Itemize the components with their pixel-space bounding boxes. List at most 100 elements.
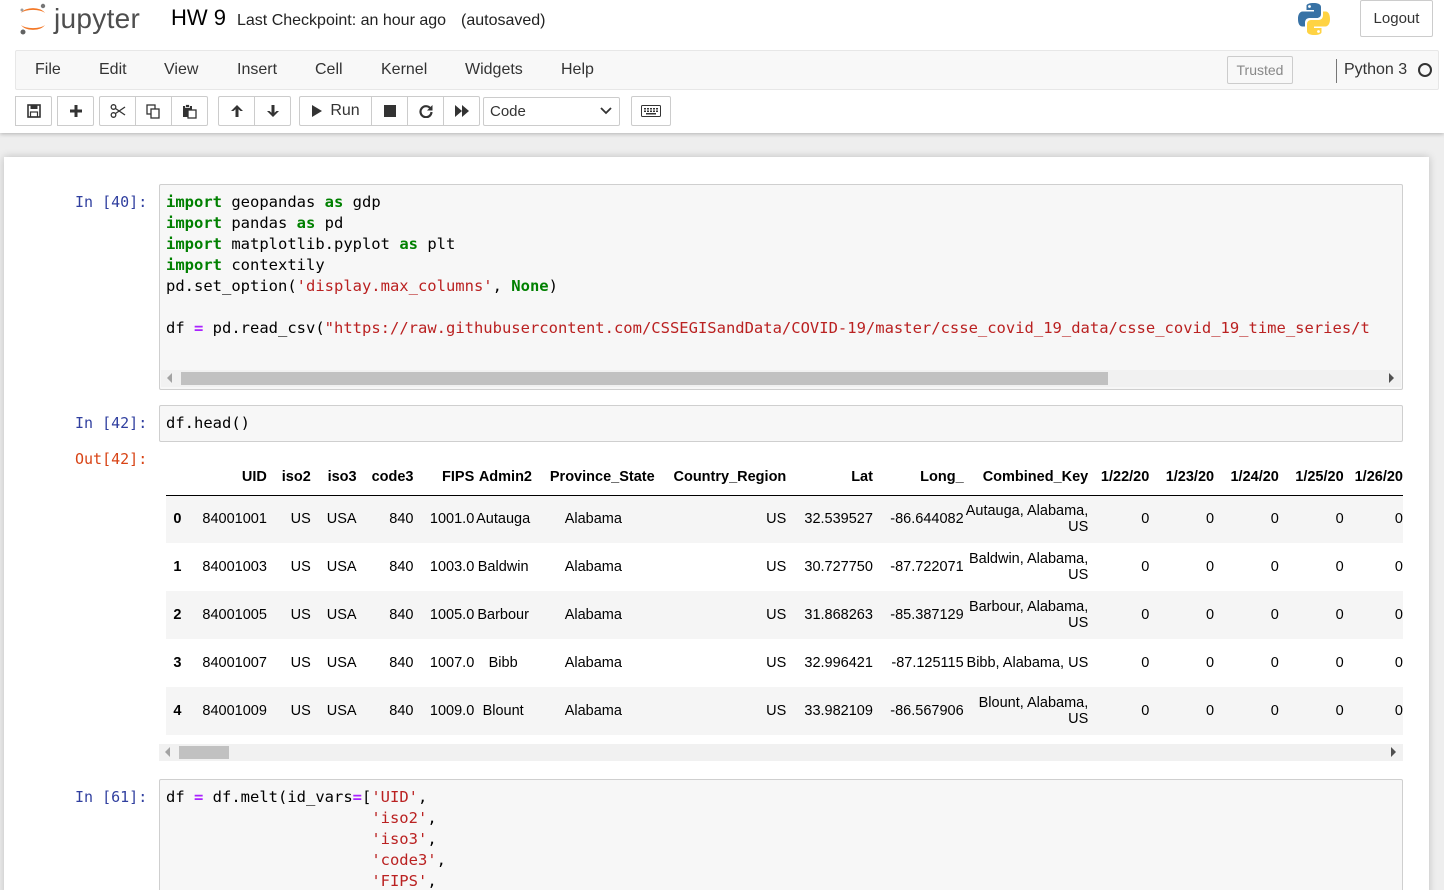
arrow-down-icon bbox=[266, 105, 279, 117]
run-button[interactable]: Run bbox=[299, 96, 372, 126]
table-cell: 0 bbox=[1206, 511, 1215, 528]
refresh-icon bbox=[418, 105, 433, 118]
table-cell: 0 bbox=[1141, 511, 1150, 528]
table-cell: 0 bbox=[1335, 703, 1344, 719]
cut-button[interactable] bbox=[99, 96, 136, 126]
table-cell: 32.539527 bbox=[804, 511, 873, 528]
table-cell: 0 bbox=[1141, 703, 1150, 719]
notebook-name[interactable]: HW 9 bbox=[171, 5, 226, 31]
move-down-button[interactable] bbox=[254, 96, 291, 126]
menu-edit[interactable]: Edit bbox=[99, 61, 127, 79]
keyboard-icon bbox=[641, 105, 661, 117]
cell-1-input[interactable]: import geopandas as gdp import pandas as… bbox=[159, 184, 1403, 390]
table-cell: Bibb bbox=[488, 655, 518, 671]
scrollbar-thumb[interactable] bbox=[181, 372, 1108, 385]
notebook-container: In [40]: import geopandas as gdp import … bbox=[4, 157, 1429, 890]
row-index: 4 bbox=[173, 703, 182, 719]
menubar: File Edit View Insert Cell Kernel Widget… bbox=[15, 50, 1439, 90]
table-cell: 84001003 bbox=[202, 559, 267, 575]
table-cell: Baldwin, Alabama, US bbox=[968, 551, 1089, 583]
dataframe-scrollbar[interactable] bbox=[159, 744, 1403, 761]
table-cell: 84001005 bbox=[202, 607, 267, 623]
table-cell: 0 bbox=[1394, 559, 1403, 575]
move-up-button[interactable] bbox=[218, 96, 255, 126]
paste-button[interactable] bbox=[171, 96, 208, 126]
table-cell: 84001009 bbox=[202, 703, 267, 719]
run-button-label: Run bbox=[330, 102, 360, 119]
scrollbar-thumb[interactable] bbox=[179, 746, 229, 759]
table-cell: 0 bbox=[1270, 559, 1279, 575]
table-cell: 840 bbox=[389, 607, 414, 623]
cell-2-input[interactable]: df.head() bbox=[159, 405, 1403, 442]
column-header: Combined_Key bbox=[982, 468, 1089, 485]
menu-view[interactable]: View bbox=[164, 61, 198, 79]
table-cell: US bbox=[290, 511, 311, 528]
insert-cell-button[interactable] bbox=[57, 96, 94, 126]
table-cell: 0 bbox=[1270, 607, 1279, 623]
table-row: 2 84001005 US USA 840 1005.0 Barbour Alabama US 3… bbox=[166, 591, 1403, 639]
table-cell: USA bbox=[326, 559, 357, 575]
menu-widgets[interactable]: Widgets bbox=[465, 61, 523, 79]
command-palette-button[interactable] bbox=[631, 96, 671, 126]
cell-type-select[interactable]: Code bbox=[483, 97, 620, 126]
python-logo-icon bbox=[1298, 3, 1330, 35]
logout-button[interactable]: Logout bbox=[1360, 0, 1433, 37]
table-cell: 0 bbox=[1141, 655, 1150, 671]
table-cell: 84001001 bbox=[202, 511, 267, 528]
table-cell: Bibb, Alabama, US bbox=[966, 655, 1089, 671]
table-cell: 0 bbox=[1394, 703, 1403, 719]
cell-3-input[interactable]: df = df.melt(id_vars=['UID', 'iso2', 'is… bbox=[159, 779, 1403, 890]
cell-1-prompt: In [40]: bbox=[75, 193, 148, 211]
scroll-right-arrow-icon[interactable] bbox=[1391, 747, 1396, 757]
jupyter-logo-icon bbox=[20, 3, 46, 35]
restart-button[interactable] bbox=[407, 96, 444, 126]
table-cell: US bbox=[290, 559, 311, 575]
table-cell: 0 bbox=[1270, 511, 1279, 528]
table-cell: USA bbox=[326, 511, 357, 528]
trusted-indicator[interactable]: Trusted bbox=[1227, 56, 1293, 84]
interrupt-button[interactable] bbox=[371, 96, 408, 126]
table-cell: Autauga bbox=[476, 511, 531, 528]
table-cell: 0 bbox=[1394, 511, 1403, 528]
column-header bbox=[166, 459, 189, 495]
cell-type-value: Code bbox=[490, 103, 526, 120]
copy-button[interactable] bbox=[135, 96, 172, 126]
scroll-right-arrow-icon[interactable] bbox=[1389, 373, 1394, 383]
row-index: 3 bbox=[173, 655, 182, 671]
cell-3-prompt: In [61]: bbox=[75, 788, 148, 806]
menu-help[interactable]: Help bbox=[561, 61, 594, 79]
table-cell: 0 bbox=[1270, 703, 1279, 719]
column-header: Country_Region bbox=[673, 468, 787, 485]
kernel-name: Python 3 bbox=[1344, 61, 1408, 78]
table-cell: 0 bbox=[1141, 559, 1150, 575]
table-cell: 31.868263 bbox=[804, 607, 873, 623]
kernel-idle-icon bbox=[1418, 63, 1432, 77]
plus-icon bbox=[69, 105, 82, 117]
toolbar-edit-group bbox=[99, 96, 208, 126]
scroll-left-arrow-icon[interactable] bbox=[167, 373, 172, 383]
table-cell: Alabama bbox=[564, 607, 622, 623]
column-header: code3 bbox=[371, 468, 414, 485]
row-index: 0 bbox=[173, 511, 182, 528]
column-header: Lat bbox=[851, 468, 873, 485]
table-cell: 1001.0 bbox=[429, 511, 475, 528]
restart-run-all-button[interactable] bbox=[443, 96, 480, 126]
table-cell: US bbox=[290, 703, 311, 719]
cell-1-scrollbar[interactable] bbox=[161, 370, 1401, 387]
scroll-left-arrow-icon[interactable] bbox=[165, 747, 170, 757]
save-button[interactable] bbox=[15, 96, 52, 126]
table-cell: -86.644082 bbox=[890, 511, 964, 528]
table-cell: 84001007 bbox=[202, 655, 267, 671]
menu-file[interactable]: File bbox=[35, 61, 61, 79]
table-cell: 840 bbox=[389, 703, 414, 719]
cell-2-prompt: In [42]: bbox=[75, 414, 148, 432]
table-cell: Barbour bbox=[477, 607, 529, 623]
jupyter-logo[interactable]: jupyter bbox=[18, 2, 140, 36]
table-cell: 0 bbox=[1335, 559, 1344, 575]
table-cell: 0 bbox=[1335, 607, 1344, 623]
table-cell: USA bbox=[326, 607, 357, 623]
menu-cell[interactable]: Cell bbox=[315, 61, 343, 79]
menu-insert[interactable]: Insert bbox=[237, 61, 277, 79]
menu-kernel[interactable]: Kernel bbox=[381, 61, 427, 79]
floppy-icon bbox=[26, 104, 41, 118]
